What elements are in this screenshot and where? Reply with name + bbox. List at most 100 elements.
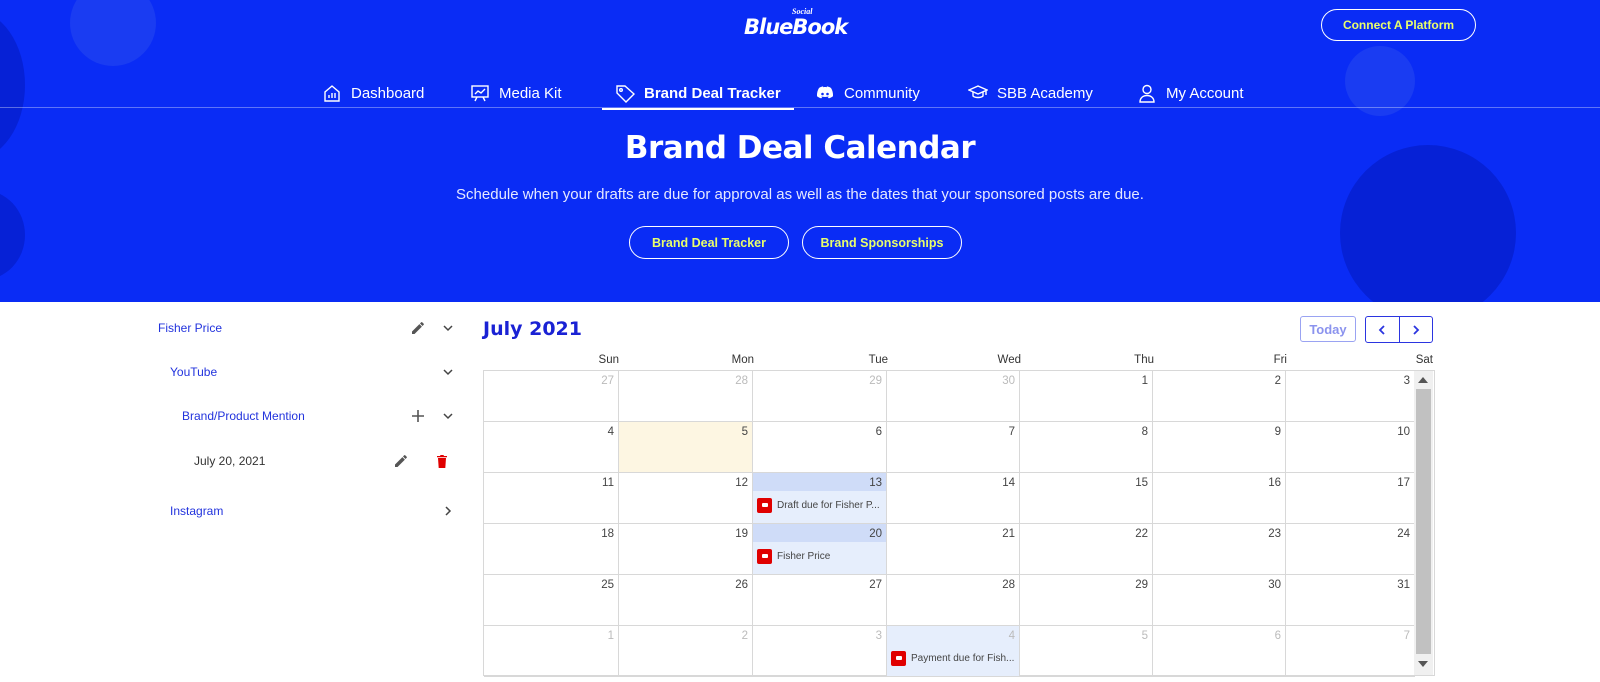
calendar-day-cell[interactable]: 3 [753, 626, 887, 677]
day-number: 26 [735, 579, 748, 591]
chevron-down-icon[interactable] [439, 407, 457, 425]
main-nav: Dashboard Media Kit Brand Deal Tracker C… [0, 78, 1600, 110]
calendar-day-cell[interactable]: 26 [619, 575, 753, 626]
calendar-scrollbar[interactable] [1414, 371, 1433, 675]
calendar-event-draft[interactable]: Draft due for Fisher P... [757, 497, 884, 513]
pencil-icon[interactable] [409, 319, 427, 337]
decorative-circle [70, 0, 156, 66]
calendar-day-cell[interactable]: 27 [484, 371, 619, 422]
day-number: 18 [601, 528, 614, 540]
calendar-day-cell[interactable]: 24 [1286, 524, 1415, 575]
connect-platform-button[interactable]: Connect A Platform [1321, 9, 1476, 41]
calendar-day-cell[interactable]: 15 [1020, 473, 1153, 524]
calendar-day-cell[interactable]: 1 [1020, 371, 1153, 422]
decorative-circle [0, 190, 25, 280]
calendar-day-cell[interactable]: 25 [484, 575, 619, 626]
calendar-day-cell[interactable]: 21 [887, 524, 1020, 575]
calendar-day-cell[interactable]: 28 [619, 371, 753, 422]
calendar-day-cell[interactable]: 7 [887, 422, 1020, 473]
calendar-day-cell[interactable]: 30 [1153, 575, 1286, 626]
tree-platform-youtube[interactable]: YouTube [170, 360, 217, 384]
calendar-day-cell[interactable]: 6 [753, 422, 887, 473]
day-number: 11 [602, 477, 614, 489]
calendar-day-cell[interactable]: 4 Payment due for Fish... [887, 626, 1020, 677]
calendar-day-cell[interactable]: 9 [1153, 422, 1286, 473]
tree-brand[interactable]: Fisher Price [158, 316, 222, 340]
pencil-icon[interactable] [392, 452, 410, 470]
logo-main-text: BlueBook [744, 15, 848, 39]
nav-item-dashboard[interactable]: Dashboard [322, 78, 424, 108]
graduation-cap-icon [968, 85, 988, 99]
plus-icon[interactable] [409, 407, 427, 425]
day-number: 2 [741, 630, 748, 642]
weekday-label: Wed [997, 354, 1021, 366]
event-label: Draft due for Fisher P... [777, 499, 880, 511]
scroll-up-arrow[interactable] [1418, 377, 1428, 383]
chevron-down-icon[interactable] [439, 319, 457, 337]
day-number: 13 [869, 477, 882, 489]
calendar-day-cell[interactable]: 3 [1286, 371, 1415, 422]
highlight-header [753, 473, 886, 491]
calendar-day-cell[interactable]: 17 [1286, 473, 1415, 524]
brand-sponsorships-button[interactable]: Brand Sponsorships [802, 226, 962, 259]
calendar-day-cell[interactable]: 22 [1020, 524, 1153, 575]
calendar-day-cell[interactable]: 5 [1020, 626, 1153, 677]
calendar-day-cell[interactable]: 2 [1153, 371, 1286, 422]
calendar-event-payment[interactable]: Payment due for Fish... [891, 650, 1017, 666]
calendar-day-cell[interactable]: 1 [484, 626, 619, 677]
nav-item-sbb-academy[interactable]: SBB Academy [968, 78, 1093, 108]
calendar-day-cell[interactable]: 19 [619, 524, 753, 575]
nav-item-brand-deal-tracker[interactable]: Brand Deal Tracker [602, 78, 794, 110]
tree-platform-instagram[interactable]: Instagram [170, 499, 223, 523]
today-button[interactable]: Today [1300, 316, 1356, 342]
next-month-button[interactable] [1398, 317, 1433, 342]
day-number: 23 [1268, 528, 1281, 540]
calendar-day-cell[interactable]: 10 [1286, 422, 1415, 473]
youtube-icon [757, 548, 772, 564]
nav-item-media-kit[interactable]: Media Kit [470, 78, 562, 108]
calendar-day-cell[interactable]: 28 [887, 575, 1020, 626]
page-subtitle: Schedule when your drafts are due for ap… [456, 186, 1144, 203]
calendar-day-cell[interactable]: 4 [484, 422, 619, 473]
calendar-day-cell[interactable]: 20 Fisher Price [753, 524, 887, 575]
tree-deal-type[interactable]: Brand/Product Mention [182, 404, 305, 428]
chevron-down-icon[interactable] [439, 363, 457, 381]
home-chart-icon [324, 85, 340, 102]
brand-deal-tracker-button[interactable]: Brand Deal Tracker [629, 226, 789, 259]
calendar-day-cell[interactable]: 8 [1020, 422, 1153, 473]
calendar-day-cell[interactable]: 5 [619, 422, 753, 473]
nav-label: Media Kit [499, 84, 562, 102]
prev-month-button[interactable] [1366, 317, 1399, 342]
calendar-event-post[interactable]: Fisher Price [757, 548, 884, 564]
calendar-day-cell[interactable]: 31 [1286, 575, 1415, 626]
calendar-day-cell[interactable]: 30 [887, 371, 1020, 422]
nav-item-community[interactable]: Community [815, 78, 920, 108]
logo[interactable]: Social BlueBook [744, 7, 854, 39]
event-label: Fisher Price [777, 550, 831, 562]
calendar-day-cell[interactable]: 16 [1153, 473, 1286, 524]
calendar-day-cell[interactable]: 7 [1286, 626, 1415, 677]
chevron-right-icon[interactable] [439, 502, 457, 520]
calendar-day-cell[interactable]: 27 [753, 575, 887, 626]
calendar-day-cell[interactable]: 29 [753, 371, 887, 422]
scroll-down-arrow[interactable] [1418, 661, 1428, 667]
calendar-day-cell[interactable]: 6 [1153, 626, 1286, 677]
day-number: 1 [1141, 375, 1148, 387]
calendar-day-cell[interactable]: 13 Draft due for Fisher P... [753, 473, 887, 524]
day-number: 30 [1002, 375, 1015, 387]
calendar-day-cell[interactable]: 12 [619, 473, 753, 524]
calendar-day-cell[interactable]: 29 [1020, 575, 1153, 626]
day-number: 7 [1008, 426, 1015, 438]
nav-item-my-account[interactable]: My Account [1137, 78, 1244, 108]
day-number: 29 [869, 375, 882, 387]
day-number: 27 [869, 579, 882, 591]
trash-icon[interactable] [433, 452, 451, 470]
tree-deal-date[interactable]: July 20, 2021 [194, 449, 265, 473]
day-number: 25 [601, 579, 614, 591]
calendar-day-cell[interactable]: 14 [887, 473, 1020, 524]
calendar-day-cell[interactable]: 18 [484, 524, 619, 575]
calendar-day-cell[interactable]: 2 [619, 626, 753, 677]
calendar-day-cell[interactable]: 23 [1153, 524, 1286, 575]
calendar-day-cell[interactable]: 11 [484, 473, 619, 524]
scroll-thumb[interactable] [1416, 389, 1431, 654]
